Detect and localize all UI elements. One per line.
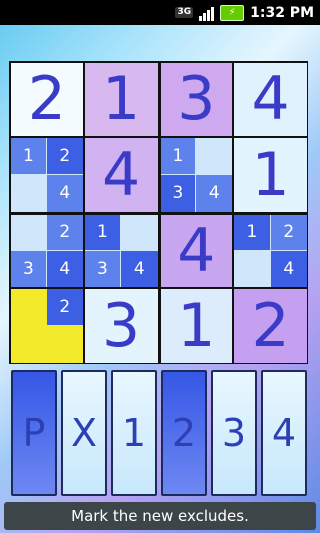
status-time: 1:32 PM bbox=[250, 4, 314, 21]
cell-note bbox=[11, 174, 46, 212]
board-cell-r1c3[interactable]: 1 bbox=[234, 137, 307, 212]
board-cell-r1c0[interactable]: 124 bbox=[11, 137, 83, 212]
cell-note bbox=[11, 326, 46, 363]
cell-note: 3 bbox=[84, 250, 121, 288]
board-cell-r2c0[interactable]: 234 bbox=[11, 214, 83, 288]
cell-note: 4 bbox=[121, 250, 158, 288]
cell-note bbox=[234, 250, 270, 288]
signal-strength-icon bbox=[199, 5, 215, 21]
board-cell-r3c3[interactable]: 2 bbox=[234, 289, 307, 363]
board-cell-r2c1[interactable]: 134 bbox=[84, 214, 158, 288]
cell-note: 2 bbox=[270, 214, 307, 250]
cell-note: 1 bbox=[160, 137, 196, 174]
cell-value: 4 bbox=[177, 215, 216, 286]
cell-note: 4 bbox=[46, 174, 83, 212]
cell-value: 1 bbox=[251, 139, 290, 210]
board-cell-r0c2[interactable]: 3 bbox=[160, 63, 233, 136]
board-cell-r2c3[interactable]: 124 bbox=[234, 214, 307, 288]
cell-note: 2 bbox=[46, 137, 83, 174]
control-button-1[interactable]: 1 bbox=[111, 370, 157, 496]
cell-note: 1 bbox=[84, 214, 121, 250]
board-cell-r2c2[interactable]: 4 bbox=[160, 214, 233, 288]
cell-value: 3 bbox=[177, 64, 216, 135]
board-cell-r0c1[interactable]: 1 bbox=[84, 63, 158, 136]
cell-note: 2 bbox=[46, 214, 83, 250]
cell-value: 1 bbox=[102, 64, 141, 135]
cell-note bbox=[121, 214, 158, 250]
cell-note bbox=[11, 289, 46, 325]
cell-note: 1 bbox=[11, 137, 46, 174]
control-button-2[interactable]: 2 bbox=[161, 370, 207, 496]
cell-value: 4 bbox=[251, 64, 290, 135]
cell-value: 1 bbox=[177, 291, 216, 362]
cell-note: 2 bbox=[46, 289, 83, 326]
cell-value: 2 bbox=[27, 64, 66, 135]
network-type-icon: 3G bbox=[175, 7, 194, 18]
board-cell-r3c0[interactable]: 2 bbox=[11, 289, 83, 363]
board-cell-r0c0[interactable]: 2 bbox=[11, 63, 83, 136]
cell-value: 3 bbox=[102, 291, 141, 362]
cell-note: 3 bbox=[11, 250, 46, 288]
cell-note: 4 bbox=[46, 250, 83, 288]
status-bar: 3G ⚡ 1:32 PM bbox=[0, 0, 320, 25]
cell-note: 1 bbox=[234, 214, 270, 250]
cell-note: 4 bbox=[196, 174, 233, 212]
cell-note bbox=[11, 214, 46, 250]
sudoku-board: 21341244134123413441242312 bbox=[9, 61, 308, 364]
board-cell-r1c1[interactable]: 4 bbox=[84, 137, 158, 212]
cell-note bbox=[196, 137, 233, 174]
battery-charging-icon: ⚡ bbox=[220, 4, 245, 21]
board-cell-r3c1[interactable]: 3 bbox=[84, 289, 158, 363]
control-button-x[interactable]: X bbox=[61, 370, 107, 496]
cell-note: 3 bbox=[160, 174, 196, 212]
board-cell-r3c2[interactable]: 1 bbox=[160, 289, 233, 363]
board-cell-r1c2[interactable]: 134 bbox=[160, 137, 233, 212]
control-button-p[interactable]: P bbox=[11, 370, 57, 496]
cell-value: 4 bbox=[102, 139, 141, 210]
hint-message: Mark the new excludes. bbox=[4, 502, 316, 530]
cell-value: 2 bbox=[251, 291, 290, 362]
cell-note bbox=[47, 326, 83, 363]
control-button-4[interactable]: 4 bbox=[261, 370, 307, 496]
board-cell-r0c3[interactable]: 4 bbox=[234, 63, 307, 136]
cell-note: 4 bbox=[270, 250, 307, 288]
control-button-3[interactable]: 3 bbox=[211, 370, 257, 496]
input-controls: PX1234 bbox=[0, 368, 320, 498]
